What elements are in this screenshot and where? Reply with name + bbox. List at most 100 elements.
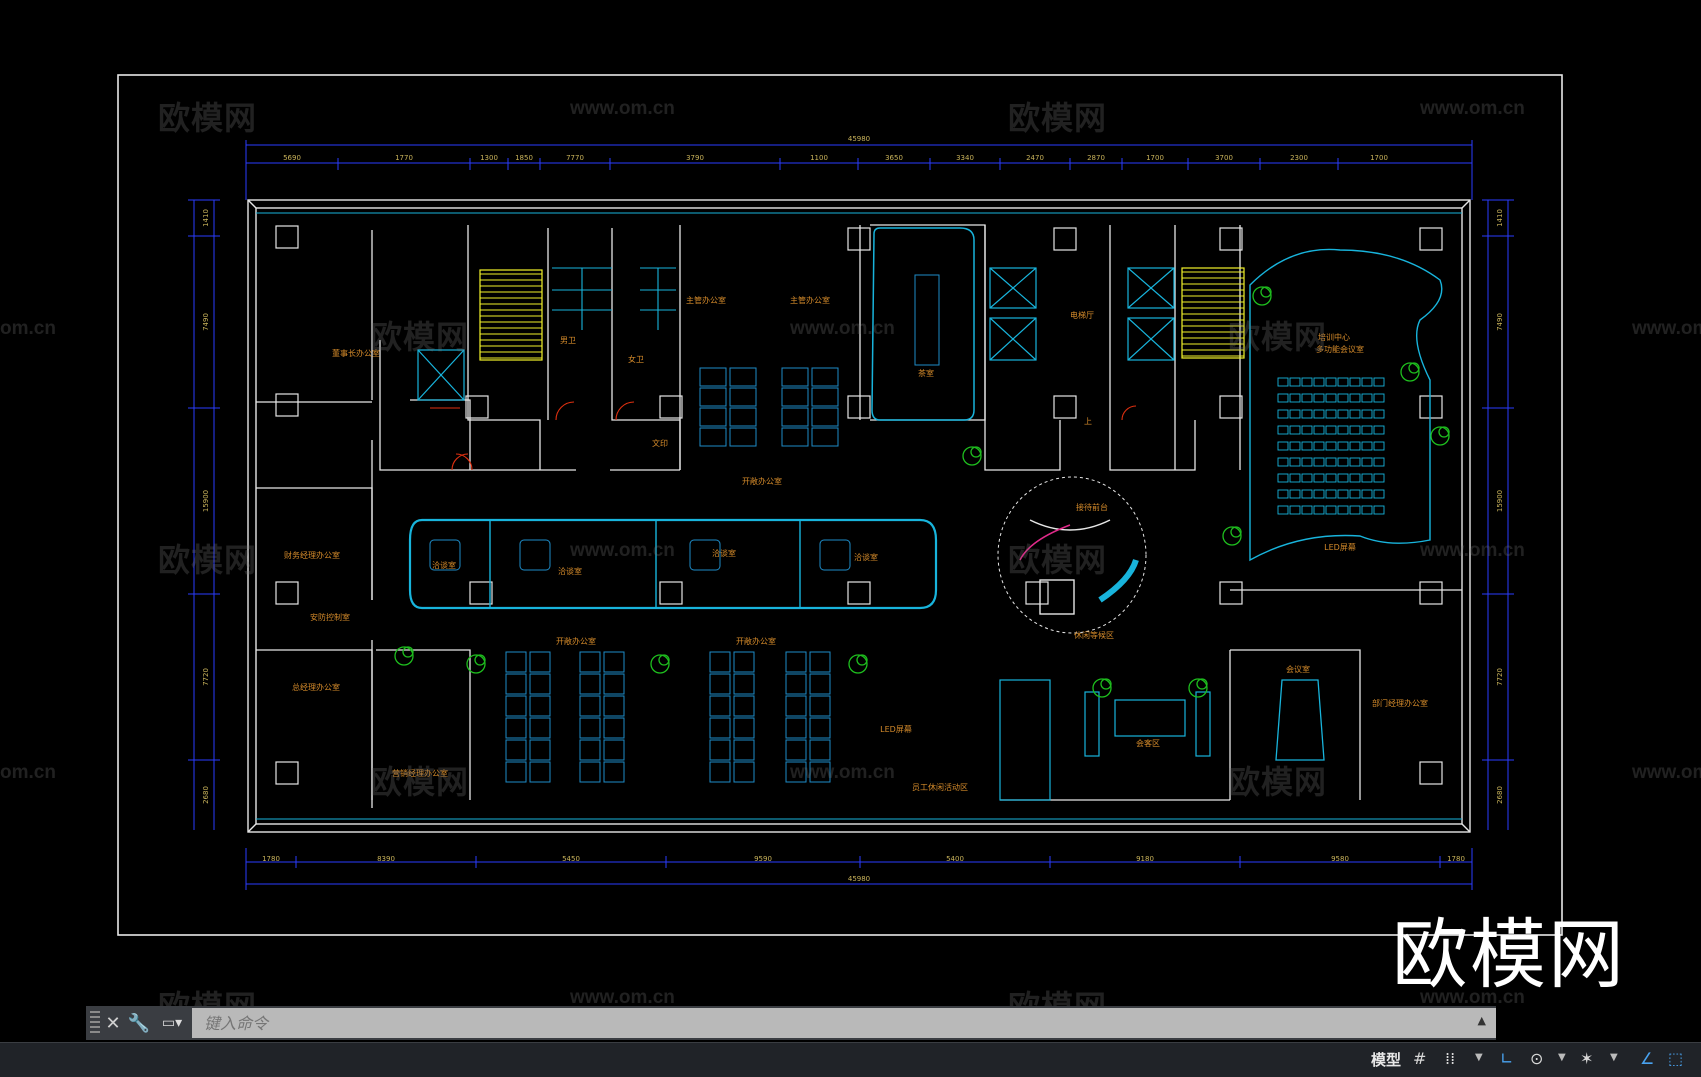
- training-seat: [1313, 377, 1325, 387]
- desk: [809, 761, 831, 783]
- command-prompt-icon[interactable]: ▭▾: [152, 1015, 192, 1031]
- chevron-down-icon[interactable]: ▼: [1558, 1052, 1566, 1063]
- open-office-desks-upper: [699, 367, 839, 447]
- column: [469, 581, 493, 605]
- reception-desk: [1098, 558, 1139, 603]
- training-seat: [1349, 441, 1361, 451]
- ortho-icon[interactable]: ∟: [1500, 1049, 1513, 1068]
- training-seat: [1349, 377, 1361, 387]
- selection-icon[interactable]: ⬚: [1668, 1049, 1683, 1068]
- column: [1053, 227, 1077, 251]
- angle-icon[interactable]: ∠: [1640, 1049, 1654, 1068]
- training-seat: [1325, 425, 1337, 435]
- training-seat: [1313, 473, 1325, 483]
- training-seat: [1373, 505, 1385, 515]
- desk: [709, 651, 731, 673]
- desk: [709, 761, 731, 783]
- training-seat: [1337, 473, 1349, 483]
- history-up-icon[interactable]: ▲: [1478, 1014, 1486, 1027]
- desk: [811, 427, 839, 447]
- desk: [733, 651, 755, 673]
- dim-label: 1780: [1447, 855, 1465, 863]
- desk: [505, 673, 527, 695]
- column: [275, 581, 299, 605]
- column: [275, 225, 299, 249]
- desk: [579, 695, 601, 717]
- dim-label: 3700: [1215, 154, 1233, 162]
- training-seat: [1349, 393, 1361, 403]
- training-seat: [1313, 409, 1325, 419]
- training-seat: [1313, 393, 1325, 403]
- column: [1419, 581, 1443, 605]
- desk: [529, 761, 551, 783]
- dim-total-label: 45980: [848, 135, 870, 143]
- column: [659, 581, 683, 605]
- desk: [781, 367, 809, 387]
- desk: [809, 717, 831, 739]
- room-label-led-screen-1: LED屏幕: [1324, 542, 1356, 552]
- model-tab[interactable]: 模型: [1371, 1049, 1401, 1070]
- exterior-walls: [247, 199, 1471, 833]
- training-seat: [1349, 457, 1361, 467]
- toilet-stalls: [552, 267, 676, 330]
- training-seat: [1313, 425, 1325, 435]
- training-seat: [1361, 489, 1373, 499]
- desk: [603, 761, 625, 783]
- model-viewport[interactable]: 5690 1770 1300 1850 7770 3790 1100 3650 3340 2470…: [0, 0, 1701, 1076]
- training-seat: [1277, 409, 1289, 419]
- side-dimensions: [193, 200, 1509, 830]
- drag-handle[interactable]: [90, 1011, 100, 1035]
- training-seat: [1325, 441, 1337, 451]
- training-seat: [1301, 441, 1313, 451]
- desk: [733, 739, 755, 761]
- desk: [785, 673, 807, 695]
- tea-room-outline: [871, 227, 975, 421]
- room-label-secretary: 文印: [652, 438, 668, 448]
- training-seat: [1301, 425, 1313, 435]
- dim-label: 7720: [1496, 668, 1504, 686]
- desk: [603, 695, 625, 717]
- lounge-sofas: [999, 679, 1211, 801]
- training-seat: [1289, 489, 1301, 499]
- dim-label: 7770: [566, 154, 584, 162]
- desk: [505, 651, 527, 673]
- desk: [603, 717, 625, 739]
- desk: [709, 739, 731, 761]
- close-icon[interactable]: ✕: [100, 1013, 126, 1034]
- chevron-down-icon[interactable]: ▼: [1610, 1052, 1618, 1063]
- training-seat: [1289, 377, 1301, 387]
- training-seat: [1349, 489, 1361, 499]
- desk: [785, 717, 807, 739]
- curtain-wall: [256, 212, 1462, 820]
- discussion-table: [819, 539, 851, 571]
- dim-label: 5690: [283, 154, 301, 162]
- room-label-chairman-office: 董事长办公室: [332, 348, 380, 358]
- desk: [781, 407, 809, 427]
- training-seat: [1277, 377, 1289, 387]
- room-label-waiting-area: 休闲等候区: [1074, 630, 1114, 640]
- desk: [733, 695, 755, 717]
- desk: [579, 651, 601, 673]
- training-seat: [1289, 409, 1301, 419]
- training-seat: [1361, 457, 1373, 467]
- desk: [785, 651, 807, 673]
- grid-icon[interactable]: #: [1413, 1049, 1426, 1068]
- desk: [603, 673, 625, 695]
- chevron-down-icon[interactable]: ▼: [1475, 1052, 1483, 1063]
- dim-label: 1700: [1370, 154, 1388, 162]
- column: [1419, 761, 1443, 785]
- room-label-discussion-4: 洽谈室: [854, 552, 878, 562]
- dim-total-label: 45980: [848, 875, 870, 883]
- polar-icon[interactable]: ⊙: [1530, 1049, 1543, 1068]
- training-seat: [1277, 505, 1289, 515]
- desk: [529, 651, 551, 673]
- training-seat: [1373, 393, 1385, 403]
- command-input[interactable]: [192, 1008, 1496, 1038]
- osnap-icon[interactable]: ✶: [1580, 1049, 1593, 1068]
- meeting-table: [1275, 679, 1325, 761]
- desk: [579, 673, 601, 695]
- snap-icon[interactable]: ⁞⁞: [1445, 1049, 1455, 1068]
- desk: [529, 717, 551, 739]
- wrench-icon[interactable]: 🔧: [126, 1013, 152, 1034]
- training-seat: [1361, 441, 1373, 451]
